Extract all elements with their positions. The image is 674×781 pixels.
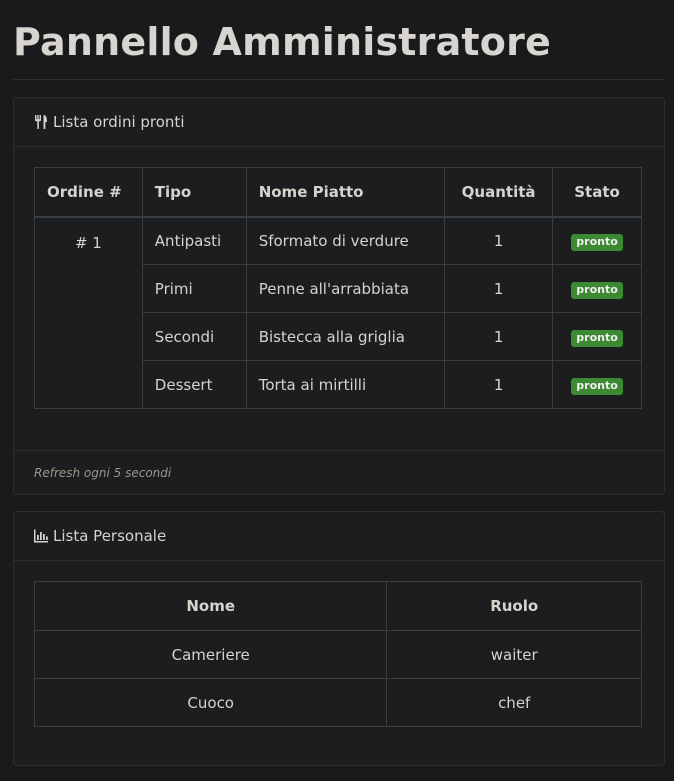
piatto-cell: Penne all'arrabbiata xyxy=(245,264,446,313)
tipo-cell: Secondi xyxy=(141,312,247,361)
ruolo-cell: chef xyxy=(386,678,642,727)
status-badge: pronto xyxy=(571,281,623,299)
orders-table: Ordine # Tipo Nome Piatto Quantità Stato… xyxy=(34,167,642,409)
tipo-cell: Antipasti xyxy=(141,216,247,265)
staff-card-title: Lista Personale xyxy=(53,527,167,545)
page-title: Pannello Amministratore xyxy=(13,20,551,64)
staff-table-header-row: Nome Ruolo xyxy=(33,581,642,631)
staff-table: Nome Ruolo Cameriere waiter Cuoco chef xyxy=(33,581,642,727)
stato-cell: pronto xyxy=(552,216,642,265)
staff-card-header: Lista Personale xyxy=(14,512,664,561)
status-badge: pronto xyxy=(571,233,623,251)
tipo-cell: Primi xyxy=(141,264,247,313)
page-container: Pannello Amministratore Lista ordini pro… xyxy=(13,0,665,766)
nome-cell: Cameriere xyxy=(33,630,388,679)
stato-cell: pronto xyxy=(552,360,642,409)
orders-card-body: Ordine # Tipo Nome Piatto Quantità Stato… xyxy=(14,147,664,429)
column-header-ordine: Ordine # xyxy=(34,167,143,218)
table-row: Cameriere waiter xyxy=(33,630,642,679)
ruolo-cell: waiter xyxy=(386,630,642,679)
quantita-cell: 1 xyxy=(444,216,554,265)
staff-card-body: Nome Ruolo Cameriere waiter Cuoco chef xyxy=(14,561,664,747)
status-badge: pronto xyxy=(571,329,623,347)
column-header-tipo: Tipo xyxy=(141,167,247,218)
orders-card: Lista ordini pronti Ordine # Tipo Nome P… xyxy=(13,97,665,495)
orders-card-title: Lista ordini pronti xyxy=(53,113,185,131)
piatto-cell: Bistecca alla griglia xyxy=(245,312,446,361)
staff-card: Lista Personale Nome Ruolo Cameriere wai… xyxy=(13,511,665,766)
column-header-nome-piatto: Nome Piatto xyxy=(245,167,446,218)
status-badge: pronto xyxy=(571,377,623,395)
piatto-cell: Sformato di verdure xyxy=(245,216,446,265)
orders-card-footer: Refresh ogni 5 secondi xyxy=(14,450,664,494)
stato-cell: pronto xyxy=(552,264,642,313)
order-number-cell: # 1 xyxy=(34,216,143,409)
stato-cell: pronto xyxy=(552,312,642,361)
tipo-cell: Dessert xyxy=(141,360,247,409)
table-row: # 1 Antipasti Sformato di verdure 1 pron… xyxy=(34,216,642,409)
column-header-ruolo: Ruolo xyxy=(386,581,642,631)
quantita-cell: 1 xyxy=(444,312,554,361)
title-divider xyxy=(13,79,664,80)
quantita-cell: 1 xyxy=(444,264,554,313)
column-header-quantita: Quantità xyxy=(444,167,554,218)
piatto-cell: Torta ai mirtilli xyxy=(245,360,446,409)
table-row: Cuoco chef xyxy=(33,678,642,727)
utensils-icon xyxy=(33,114,49,130)
column-header-nome: Nome xyxy=(33,581,388,631)
quantita-cell: 1 xyxy=(444,360,554,409)
nome-cell: Cuoco xyxy=(33,678,388,727)
bar-chart-icon xyxy=(33,528,49,544)
orders-card-header: Lista ordini pronti xyxy=(14,98,664,147)
column-header-stato: Stato xyxy=(552,167,642,218)
orders-table-header-row: Ordine # Tipo Nome Piatto Quantità Stato xyxy=(34,167,642,218)
